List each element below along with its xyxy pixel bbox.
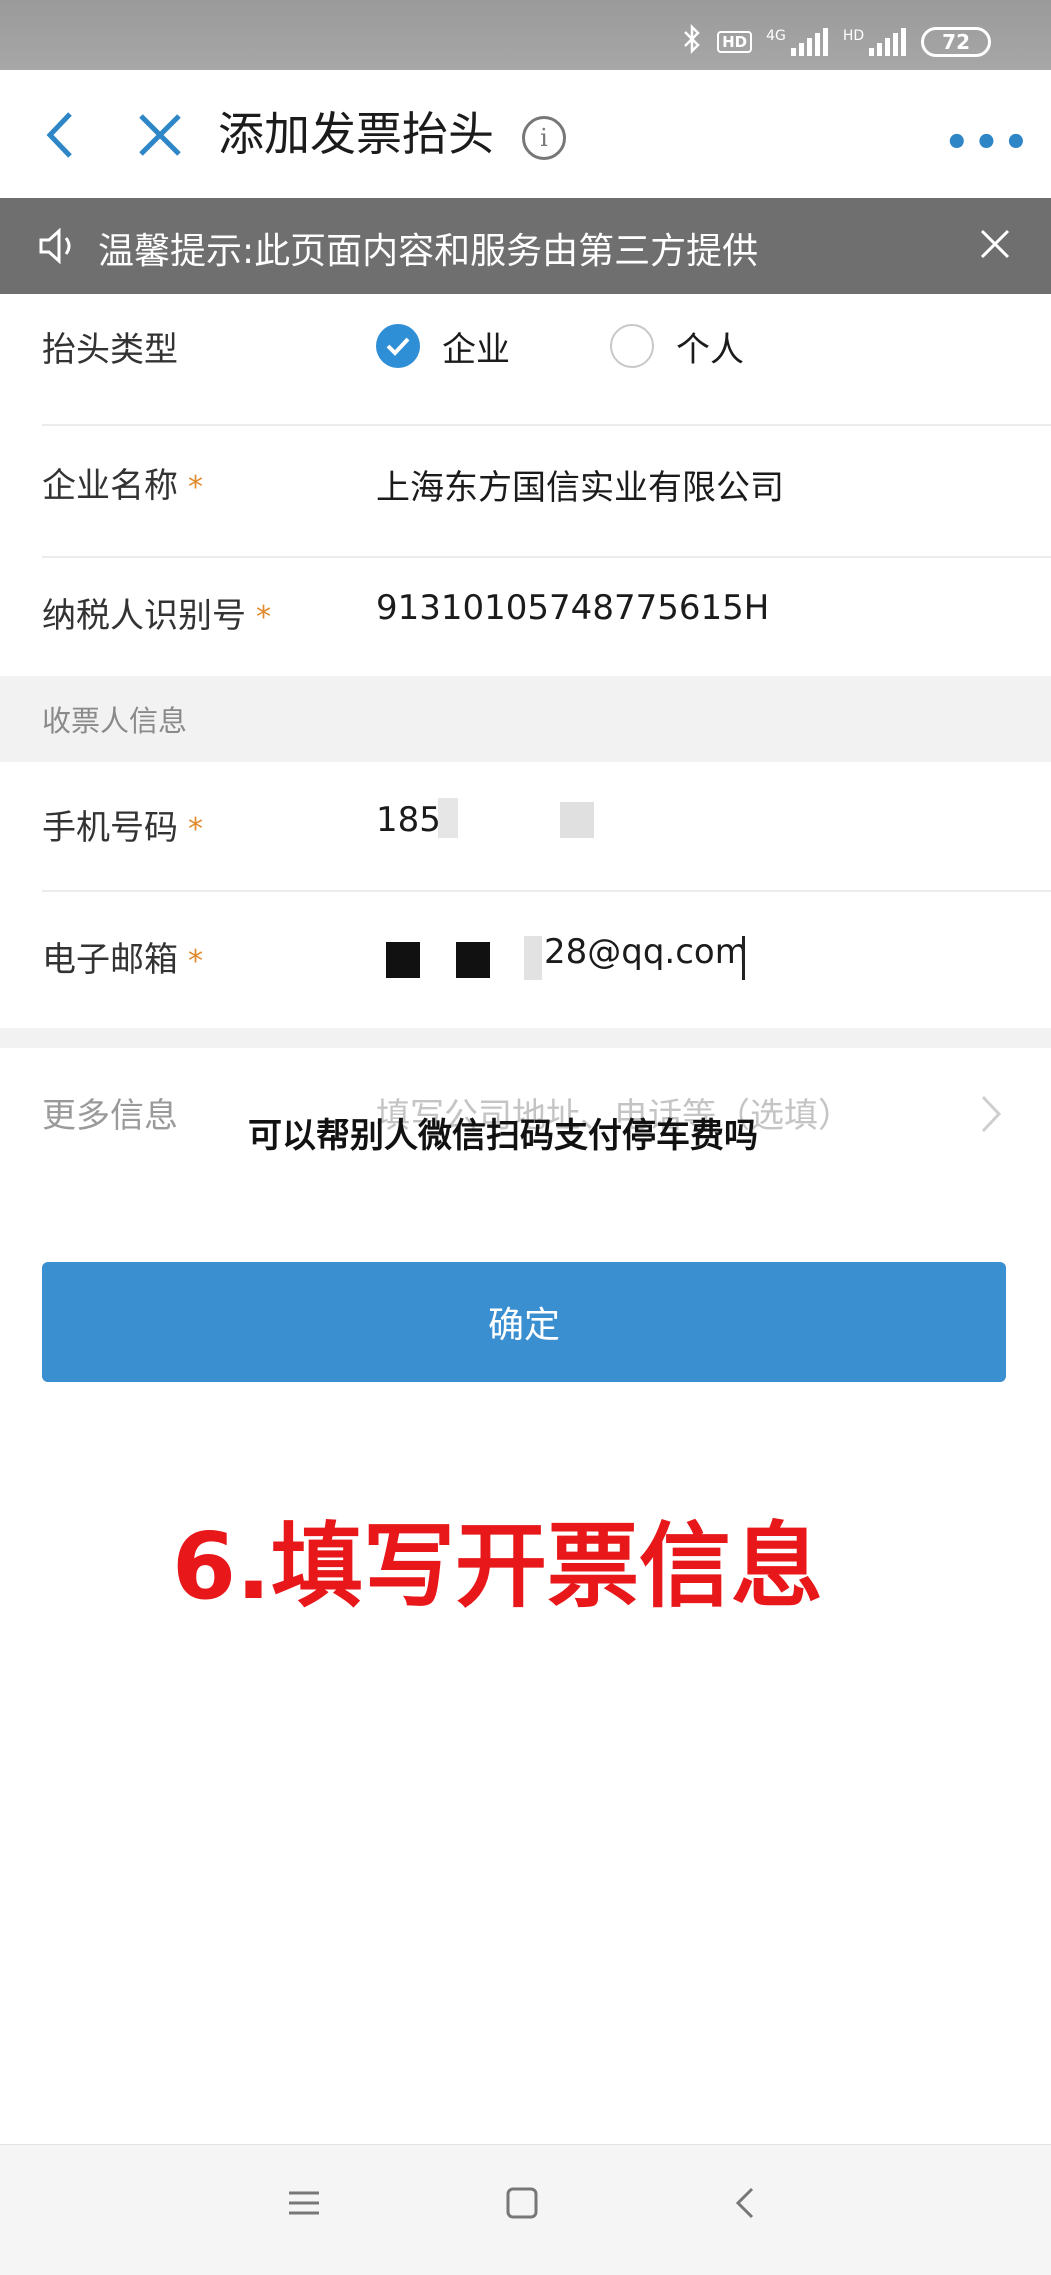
option-personal-label: 个人: [676, 330, 744, 370]
chevron-right-icon: [980, 1094, 1002, 1138]
redaction-block: [560, 802, 594, 838]
phone-row[interactable]: 手机号码 * 185: [0, 762, 1051, 892]
confirm-button[interactable]: 确定: [42, 1262, 1006, 1382]
notice-banner: 温馨提示:此页面内容和服务由第三方提供: [0, 198, 1051, 294]
option-company-label: 企业: [442, 330, 510, 370]
battery-icon: 72: [921, 26, 991, 57]
company-name-row[interactable]: 企业名称 * 上海东方国信实业有限公司: [0, 426, 1051, 558]
required-mark: *: [256, 600, 271, 635]
tax-id-row[interactable]: 纳税人识别号 * 91310105748775615H: [0, 558, 1051, 676]
required-mark: *: [188, 944, 203, 979]
phone-label: 手机号码 *: [42, 808, 203, 848]
recipient-section-header: 收票人信息: [0, 676, 1051, 762]
notice-text: 温馨提示:此页面内容和服务由第三方提供: [98, 231, 759, 272]
status-bar: HD 4G HD 72: [0, 0, 1051, 70]
signal-icon: HD: [842, 27, 907, 56]
title-type-row: 抬头类型 企业 个人: [0, 294, 1051, 426]
text-cursor: [742, 936, 745, 980]
redaction-block: [456, 942, 490, 978]
network-type-label: HD: [842, 27, 865, 44]
checkmark-icon: [386, 337, 410, 356]
redaction-block: [438, 798, 458, 838]
close-notice-icon[interactable]: [979, 228, 1011, 264]
status-icons: HD 4G HD 72: [681, 23, 991, 59]
company-name-label: 企业名称 *: [42, 466, 203, 506]
page-title: 添加发票抬头: [218, 107, 494, 161]
email-row[interactable]: 电子邮箱 * 28@qq.com: [0, 892, 1051, 1028]
email-label: 电子邮箱 *: [42, 940, 203, 980]
more-info-label: 更多信息: [42, 1096, 178, 1136]
radio-company[interactable]: [376, 324, 420, 368]
back-nav-icon[interactable]: [728, 2185, 764, 2225]
section-gap: [0, 1028, 1051, 1048]
network-type-label: 4G: [766, 27, 786, 44]
tax-id-label: 纳税人识别号 *: [42, 596, 271, 636]
email-field[interactable]: 28@qq.com: [544, 932, 748, 972]
required-mark: *: [188, 470, 203, 505]
menu-icon[interactable]: [286, 2185, 322, 2225]
signal-icon: 4G: [766, 27, 829, 56]
step-title: 6.填写开票信息: [172, 1513, 823, 1620]
radio-personal[interactable]: [610, 324, 654, 368]
tax-id-field[interactable]: 91310105748775615H: [376, 588, 769, 628]
overlay-caption: 可以帮别人微信扫码支付停车费吗: [248, 1116, 758, 1156]
redaction-block: [524, 936, 542, 980]
recipient-section-title: 收票人信息: [42, 704, 188, 738]
hd-icon: HD: [717, 30, 753, 53]
system-nav-bar: [0, 2144, 1051, 2275]
more-icon[interactable]: •••: [944, 120, 1033, 166]
redaction-block: [386, 942, 420, 978]
close-icon[interactable]: [130, 105, 190, 165]
bluetooth-icon: [681, 23, 703, 59]
required-mark: *: [188, 812, 203, 847]
home-icon[interactable]: [504, 2185, 540, 2225]
speaker-icon: [38, 226, 82, 270]
company-name-field[interactable]: 上海东方国信实业有限公司: [376, 460, 784, 509]
phone-field[interactable]: 185: [376, 800, 441, 840]
back-icon[interactable]: [30, 100, 90, 170]
info-icon[interactable]: i: [522, 116, 566, 160]
title-type-label: 抬头类型: [42, 330, 178, 370]
